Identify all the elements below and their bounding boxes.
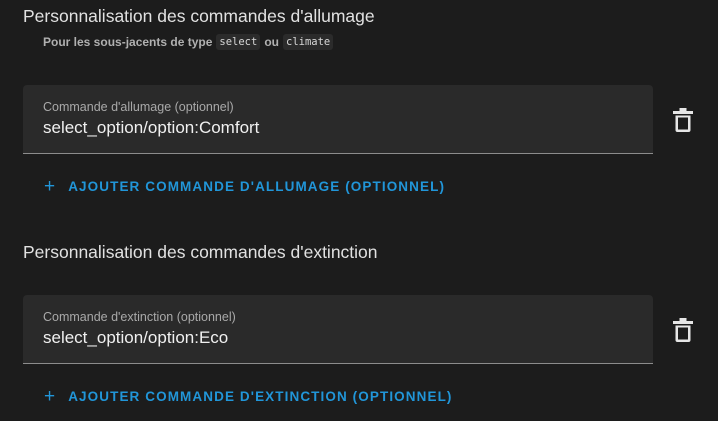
plus-icon: + <box>44 386 57 407</box>
allumage-section-subtitle: Pour les sous-jacents de type select ou … <box>43 34 334 50</box>
add-extinction-command-button[interactable]: + AJOUTER COMMANDE D'EXTINCTION (OPTIONN… <box>44 387 453 406</box>
settings-page: Personnalisation des commandes d'allumag… <box>0 0 718 421</box>
extinction-command-field[interactable]: Commande d'extinction (optionnel) select… <box>23 295 653 364</box>
extinction-field-value[interactable]: select_option/option:Eco <box>43 328 228 348</box>
plus-icon: + <box>44 176 57 197</box>
extinction-section-title: Personnalisation des commandes d'extinct… <box>23 242 378 262</box>
extinction-field-label: Commande d'extinction (optionnel) <box>43 310 236 324</box>
allumage-command-field[interactable]: Commande d'allumage (optionnel) select_o… <box>23 85 653 154</box>
delete-extinction-button[interactable] <box>668 315 698 345</box>
add-extinction-label: AJOUTER COMMANDE D'EXTINCTION (OPTIONNEL… <box>68 389 453 404</box>
subtitle-conjunction: ou <box>264 35 279 49</box>
add-allumage-command-button[interactable]: + AJOUTER COMMANDE D'ALLUMAGE (OPTIONNEL… <box>44 177 445 196</box>
code-climate: climate <box>283 34 334 50</box>
allumage-field-label: Commande d'allumage (optionnel) <box>43 100 234 114</box>
trash-icon <box>673 318 693 342</box>
trash-icon <box>673 108 693 132</box>
add-allumage-label: AJOUTER COMMANDE D'ALLUMAGE (OPTIONNEL) <box>68 179 446 194</box>
code-select: select <box>216 34 261 50</box>
allumage-section-title: Personnalisation des commandes d'allumag… <box>23 6 375 26</box>
subtitle-text: Pour les sous-jacents de type <box>43 35 213 49</box>
delete-allumage-button[interactable] <box>668 105 698 135</box>
allumage-field-value[interactable]: select_option/option:Comfort <box>43 118 259 138</box>
